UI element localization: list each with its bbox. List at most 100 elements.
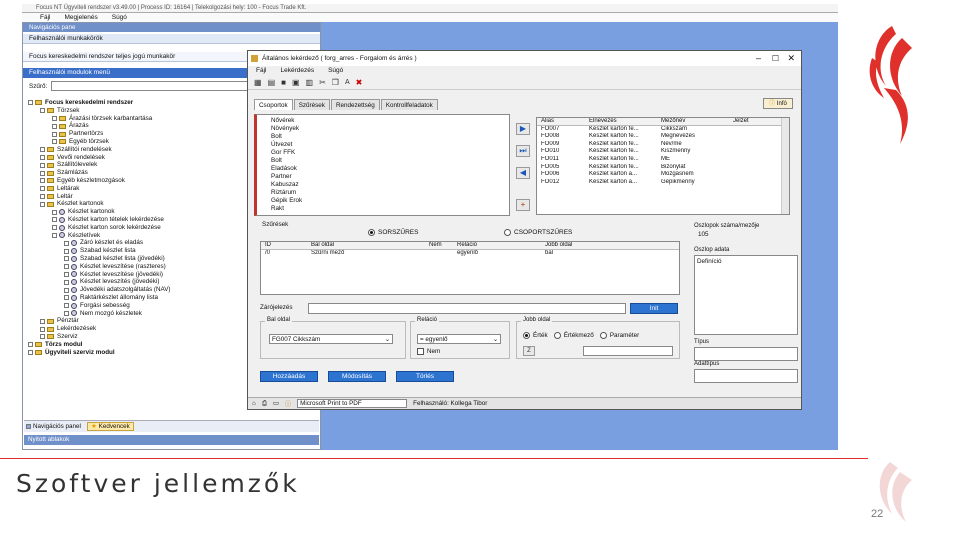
conditions-row[interactable]: /0 Szűrni mező egyenlő bal <box>261 250 679 258</box>
left-side-select[interactable]: FG007 Cikkszám ⌄ <box>269 334 393 344</box>
column-data-box[interactable]: Definíció <box>694 255 798 335</box>
group-item[interactable]: Partner <box>271 173 509 181</box>
table-row[interactable]: FO012 Készlet karton a... Gépikmenny <box>537 179 789 187</box>
print-icon[interactable]: ▥ <box>306 78 314 87</box>
expand-toggle-icon[interactable] <box>52 209 57 215</box>
fields-table-scrollbar[interactable] <box>781 118 789 214</box>
expand-toggle-icon[interactable] <box>52 217 57 223</box>
remove-field-button[interactable]: ◀ <box>516 167 530 179</box>
filter-input[interactable] <box>51 81 251 91</box>
zoom-button[interactable]: Z <box>523 346 535 356</box>
formula-init-button[interactable]: Init <box>630 303 678 314</box>
save-as-icon[interactable]: ▣ <box>292 78 300 87</box>
favorites-bar[interactable]: Felhasználói munkakörök <box>23 34 320 44</box>
radio-param-row[interactable]: Paraméter <box>599 332 639 339</box>
expand-toggle-icon[interactable] <box>28 349 33 355</box>
expand-toggle-icon[interactable] <box>40 147 45 153</box>
modify-button[interactable]: Módosítás <box>328 371 386 382</box>
insert-button[interactable]: + <box>516 199 530 211</box>
tab-control[interactable]: Kontrollfeladatok <box>380 99 438 110</box>
right-side-input[interactable] <box>583 346 673 356</box>
table-row[interactable]: FO009 Készlet karton fe... Név/me <box>537 141 789 149</box>
radio-valuefield[interactable] <box>553 332 561 339</box>
radio-value[interactable] <box>523 332 530 339</box>
menu-file[interactable]: Fájl <box>40 13 50 22</box>
monitor-icon[interactable]: ▭ <box>273 400 279 407</box>
add-field-button[interactable]: ▶ <box>516 123 530 135</box>
info-status-icon[interactable]: ⓘ <box>285 399 291 408</box>
tab-favorites[interactable]: ★ Kedvencek <box>86 422 134 431</box>
tab-groups[interactable]: Csoportok <box>254 99 293 110</box>
expand-toggle-icon[interactable] <box>40 334 45 340</box>
save-icon[interactable]: ■ <box>281 78 286 87</box>
printer-icon[interactable]: ⎙ <box>262 400 267 408</box>
printer-select[interactable]: Microsoft Print to PDF <box>297 399 408 408</box>
expand-toggle-icon[interactable] <box>40 201 45 207</box>
format-box[interactable] <box>694 369 798 383</box>
group-item[interactable]: Növények <box>271 125 509 133</box>
radio-valuefield-row[interactable]: Értékmező <box>553 332 594 339</box>
table-row[interactable]: FO007 Készlet karton fe... Cikkszám <box>537 126 789 134</box>
table-row[interactable]: FO011 Készlet karton fe... ME <box>537 156 789 164</box>
expand-toggle-icon[interactable] <box>40 186 45 192</box>
add-all-button[interactable]: ⏭ <box>516 145 530 157</box>
relation-select[interactable]: = egyenlő ⌄ <box>417 334 501 344</box>
add-button[interactable]: Hozzáadás <box>260 371 318 382</box>
expand-toggle-icon[interactable] <box>40 108 45 114</box>
expand-toggle-icon[interactable] <box>40 170 45 176</box>
table-row[interactable]: FO010 Készlet karton fe... Kiszmenny <box>537 148 789 156</box>
close-icon[interactable]: ✕ <box>787 51 795 66</box>
table-row[interactable]: FO005 Készlet karton fe... Bizonylat <box>537 164 789 172</box>
tab-filters[interactable]: Szűrések <box>293 99 330 110</box>
expand-toggle-icon[interactable] <box>64 271 69 277</box>
tab-navigation-panel[interactable]: Navigációs panel <box>26 423 81 430</box>
expand-toggle-icon[interactable] <box>64 279 69 285</box>
dialog-menu-file[interactable]: Fájl <box>256 66 266 76</box>
menu-help[interactable]: Súgó <box>112 13 127 22</box>
open-icon[interactable]: ▤ <box>268 78 276 87</box>
expand-toggle-icon[interactable] <box>40 193 45 199</box>
maximize-icon[interactable]: ☐ <box>772 51 779 66</box>
cut-icon[interactable]: ✂ <box>319 78 326 87</box>
group-item[interactable]: Bolt <box>271 157 509 165</box>
expand-toggle-icon[interactable] <box>52 139 57 145</box>
group-item[interactable]: Kabuszaz <box>271 181 509 189</box>
expand-toggle-icon[interactable] <box>64 295 69 301</box>
info-button[interactable]: ⓘ Infó <box>763 98 793 109</box>
group-item[interactable]: Gépik Erok <box>271 197 509 205</box>
not-checkbox-row[interactable]: Nem <box>417 348 440 355</box>
dialog-menu-query[interactable]: Lekérdezés <box>280 66 314 76</box>
expand-toggle-icon[interactable] <box>28 100 33 106</box>
expand-toggle-icon[interactable] <box>52 131 57 137</box>
type-box[interactable] <box>694 347 798 361</box>
expand-toggle-icon[interactable] <box>64 310 69 316</box>
radio-value-row[interactable]: Érték <box>523 332 548 339</box>
group-item[interactable]: Eladások <box>271 165 509 173</box>
radio-group[interactable] <box>504 229 511 236</box>
group-item[interactable]: Gor FFK <box>271 149 509 157</box>
group-item[interactable]: Rakt <box>271 205 509 213</box>
table-row[interactable]: FO008 Készlet karton fe... Megnevezés <box>537 133 789 141</box>
expand-toggle-icon[interactable] <box>64 287 69 293</box>
expand-toggle-icon[interactable] <box>28 342 33 348</box>
expand-toggle-icon[interactable] <box>40 326 45 332</box>
expand-toggle-icon[interactable] <box>64 264 69 270</box>
expand-toggle-icon[interactable] <box>52 115 57 121</box>
not-checkbox[interactable] <box>417 348 424 355</box>
delete-button[interactable]: Törlés <box>396 371 454 382</box>
group-item[interactable]: Útvezet <box>271 141 509 149</box>
table-row[interactable]: FO006 Készlet karton a... Mozgásnem <box>537 171 789 179</box>
expand-toggle-icon[interactable] <box>52 225 57 231</box>
groups-list[interactable]: Nővérek Növények Bolt Útvezet Gor FFK Bolt Ela… <box>254 114 510 216</box>
formula-input[interactable] <box>308 303 626 314</box>
copy-icon[interactable]: ❐ <box>332 78 339 87</box>
dialog-menu-help[interactable]: Súgó <box>328 66 343 76</box>
tab-ordering[interactable]: Rendezettség <box>330 99 380 110</box>
expand-toggle-icon[interactable] <box>52 232 57 238</box>
exit-icon[interactable]: ✖ <box>356 78 363 87</box>
expand-toggle-icon[interactable] <box>52 123 57 129</box>
expand-toggle-icon[interactable] <box>40 178 45 184</box>
group-item[interactable]: Nővérek <box>271 117 509 125</box>
radio-param[interactable] <box>599 332 607 339</box>
menu-view[interactable]: Megjelenés <box>64 13 97 22</box>
